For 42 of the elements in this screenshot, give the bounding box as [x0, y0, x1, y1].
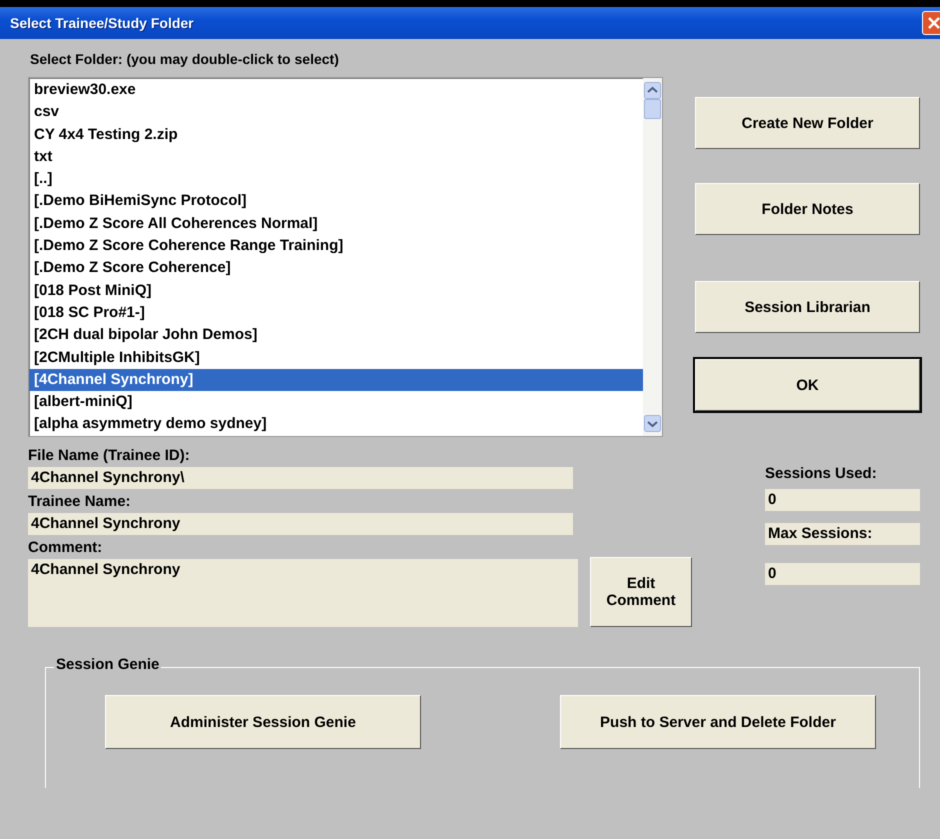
field-label: Trainee Name:: [28, 492, 132, 512]
folder-list-item[interactable]: [alpha asymmetry demo sydney]: [29, 413, 643, 436]
folder-list-item[interactable]: [2CH dual bipolar John Demos]: [29, 324, 643, 347]
comment-field[interactable]: 4Channel Synchrony: [28, 559, 578, 627]
scroll-thumb[interactable]: [644, 99, 661, 119]
genie-button[interactable]: Administer Session Genie: [105, 695, 421, 749]
sessions-used-field: 0: [765, 489, 920, 511]
file-name-field[interactable]: 4Channel Synchrony\: [28, 467, 573, 489]
scroll-up-icon[interactable]: [644, 82, 661, 99]
field-label: Comment:: [28, 538, 104, 558]
folder-list-item[interactable]: [018 Post MiniQ]: [29, 280, 643, 302]
folder-list-item[interactable]: [2CMultiple InhibitsGK]: [29, 346, 643, 369]
list-label: Select Folder: (you may double-click to select): [30, 51, 340, 67]
action-button[interactable]: Create New Folder: [695, 97, 920, 149]
folder-list-item[interactable]: csv: [29, 101, 643, 124]
folder-list-item[interactable]: [.Demo Z Score Coherence Range Training]: [29, 235, 643, 258]
action-button[interactable]: Session Librarian: [695, 281, 920, 333]
field-label: Max Sessions:: [765, 523, 920, 545]
scroll-down-icon[interactable]: [644, 415, 661, 432]
folder-list-item[interactable]: [albert-miniQ]: [29, 391, 643, 414]
field-label: Sessions Used:: [765, 464, 878, 484]
folder-list-item[interactable]: [..]: [29, 168, 643, 190]
trainee-name-field[interactable]: 4Channel Synchrony: [28, 513, 573, 535]
close-button[interactable]: [922, 11, 940, 35]
folder-list-item[interactable]: [4Channel Synchrony]: [29, 368, 643, 392]
folder-list-item[interactable]: [.Demo Z Score Coherence]: [29, 257, 643, 280]
scrollbar[interactable]: [643, 78, 662, 436]
folder-list-item[interactable]: txt: [29, 146, 643, 168]
folder-list-item[interactable]: CY 4x4 Testing 2.zip: [29, 124, 643, 146]
max-sessions-field: 0: [765, 563, 920, 585]
window-title: Select Trainee/Study Folder: [10, 15, 194, 31]
action-button[interactable]: Folder Notes: [695, 183, 920, 235]
folder-list-item[interactable]: breview30.exe: [29, 79, 643, 102]
folder-list[interactable]: [28, 77, 663, 437]
close-icon: [927, 16, 940, 30]
field-label: File Name (Trainee ID):: [28, 446, 191, 466]
action-button[interactable]: OK: [695, 359, 920, 411]
folder-list-item[interactable]: [.Demo BiHemiSync Protocol]: [29, 190, 643, 213]
folder-list-item[interactable]: [018 SC Pro#1-]: [29, 302, 643, 324]
folder-list-item[interactable]: [.Demo Z Score All Coherences Normal]: [29, 212, 643, 236]
edit-comment-button[interactable]: Edit Comment: [590, 557, 692, 627]
genie-button[interactable]: Push to Server and Delete Folder: [560, 695, 876, 749]
